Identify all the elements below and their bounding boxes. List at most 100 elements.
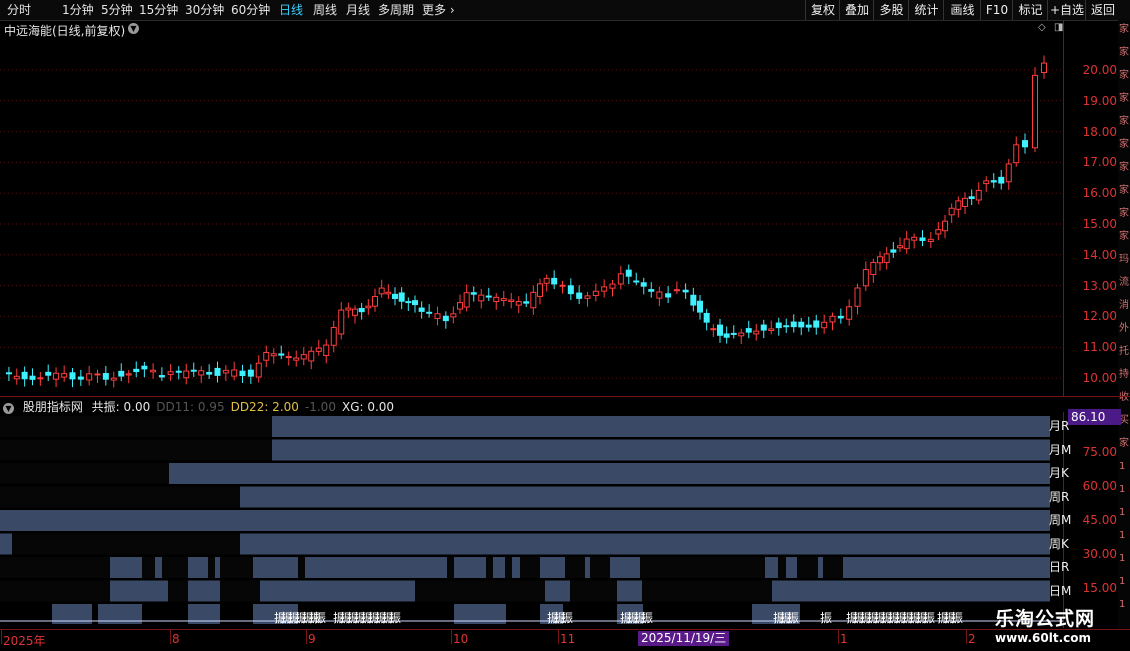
- candle-body: [919, 237, 926, 241]
- candle-body: [508, 299, 515, 303]
- price-tick-label: 16.00: [1082, 186, 1117, 201]
- indicator-toggle-icon[interactable]: ▼: [3, 403, 14, 414]
- candle-body: [537, 283, 543, 297]
- period-1-button[interactable]: 1分钟: [62, 2, 94, 18]
- diamond-icon[interactable]: ◇: [1038, 22, 1046, 33]
- candle-body: [247, 369, 254, 377]
- date-separator: [170, 630, 171, 644]
- indicator-current-value: 86.10: [1068, 409, 1121, 425]
- signal-bar: [188, 580, 220, 602]
- toolbar-7-button[interactable]: +自选: [1047, 0, 1086, 20]
- period-8-button[interactable]: 月线: [346, 2, 370, 18]
- candle-body: [821, 321, 828, 329]
- side-strip-char: 家: [1119, 70, 1129, 81]
- toolbar-2-button[interactable]: 多股: [873, 0, 909, 20]
- candle-body: [323, 344, 330, 357]
- candle-body: [690, 294, 697, 306]
- candle-body: [935, 229, 942, 235]
- period-3-button[interactable]: 15分钟: [139, 2, 178, 18]
- price-tick-label: 14.00: [1082, 247, 1117, 262]
- candle-body: [239, 370, 246, 377]
- indicator-field: DD22: 2.00: [230, 400, 299, 414]
- candle-body: [293, 357, 300, 361]
- candle-body: [768, 328, 775, 331]
- candle-body: [263, 351, 270, 361]
- candle-body: [601, 286, 608, 292]
- candle-body: [703, 312, 710, 323]
- toolbar-5-button[interactable]: F10: [980, 0, 1013, 20]
- price-tick-label: 12.00: [1082, 309, 1117, 324]
- resonance-marker: 振: [389, 611, 401, 625]
- side-strip-char: 家: [1119, 162, 1129, 173]
- candle-body: [470, 292, 477, 295]
- candle-body: [1032, 74, 1038, 149]
- signal-bar: [260, 580, 415, 602]
- candle-body: [862, 269, 869, 287]
- candle-body: [854, 287, 861, 307]
- indicator-name: 股朋指标网: [22, 400, 83, 414]
- date-label: 11: [560, 632, 576, 646]
- candle-body: [450, 313, 457, 318]
- signal-bar: [272, 439, 1050, 461]
- candle-body: [158, 375, 165, 378]
- candle-body: [723, 333, 730, 338]
- signal-bar: [545, 580, 570, 602]
- toolbar-1-button[interactable]: 叠加: [839, 0, 874, 20]
- period-2-button[interactable]: 5分钟: [101, 2, 133, 18]
- candle-body: [523, 301, 530, 304]
- side-strip-char: 家: [1119, 208, 1129, 219]
- candle-body: [673, 289, 680, 292]
- watermark-url: www.60lt.com: [995, 631, 1092, 645]
- candle-body: [1022, 140, 1028, 148]
- candle-body: [278, 353, 285, 356]
- date-label: 9: [308, 632, 316, 646]
- candle-body: [968, 196, 975, 200]
- candle-body: [183, 370, 190, 379]
- candle-body: [640, 282, 647, 287]
- period-0-button[interactable]: 分时: [7, 2, 31, 18]
- candle-body: [37, 377, 44, 380]
- candle-body: [846, 306, 853, 320]
- side-strip-char: 家: [1119, 24, 1129, 35]
- period-4-button[interactable]: 30分钟: [185, 2, 224, 18]
- candle-body: [405, 301, 412, 304]
- indicator-header: ▼ 股朋指标网 共振: 0.00 DD11: 0.95 DD22: 2.00 -1.0…: [0, 398, 405, 414]
- indicator-tick-label: 15.00: [1082, 581, 1117, 595]
- row-label: 日M: [1049, 583, 1072, 598]
- resonance-marker: 振: [787, 611, 799, 625]
- candle-body: [783, 325, 790, 328]
- candle-body: [378, 287, 385, 295]
- period-6-button[interactable]: 日线: [279, 2, 303, 18]
- side-strip-char: 托: [1119, 346, 1129, 357]
- signal-bar: [786, 557, 797, 578]
- period-10-button[interactable]: 更多 ›: [422, 2, 455, 18]
- period-5-button[interactable]: 60分钟: [231, 2, 270, 18]
- toolbar-8-button[interactable]: 返回: [1085, 0, 1120, 20]
- price-tick-label: 20.00: [1082, 63, 1117, 77]
- toolbar-3-button[interactable]: 统计: [908, 0, 944, 20]
- candle-body: [45, 371, 52, 376]
- indicator-panel[interactable]: 振振振振振振振 振振振振振振振振振 振振振 振振振振 振振振振振振振振振振振振振振振振振…: [0, 414, 1063, 628]
- period-7-button[interactable]: 周线: [313, 2, 337, 18]
- candle-body: [955, 200, 962, 210]
- side-strip-char: 家: [1119, 116, 1129, 127]
- toolbar-0-button[interactable]: 复权: [805, 0, 840, 20]
- indicator-tick-label: 45.00: [1082, 513, 1117, 527]
- resonance-marker: 振: [951, 611, 963, 625]
- period-9-button[interactable]: 多周期: [378, 2, 414, 18]
- toolbar-4-button[interactable]: 画线: [943, 0, 981, 20]
- candle-body: [745, 328, 752, 333]
- toolbar-6-button[interactable]: 标记: [1012, 0, 1048, 20]
- date-separator: [558, 630, 559, 644]
- candle-body: [21, 371, 28, 380]
- candle-body: [805, 324, 812, 328]
- chevron-down-icon[interactable]: ▼: [128, 23, 139, 34]
- signal-bar: [454, 557, 486, 578]
- candlestick-chart[interactable]: [0, 38, 1063, 396]
- candle-body: [500, 298, 507, 301]
- candle-body: [813, 320, 820, 328]
- signal-bar: [772, 580, 1050, 602]
- signal-bar: [585, 557, 590, 578]
- side-strip-char: 持: [1119, 369, 1129, 380]
- candle-body: [77, 376, 84, 380]
